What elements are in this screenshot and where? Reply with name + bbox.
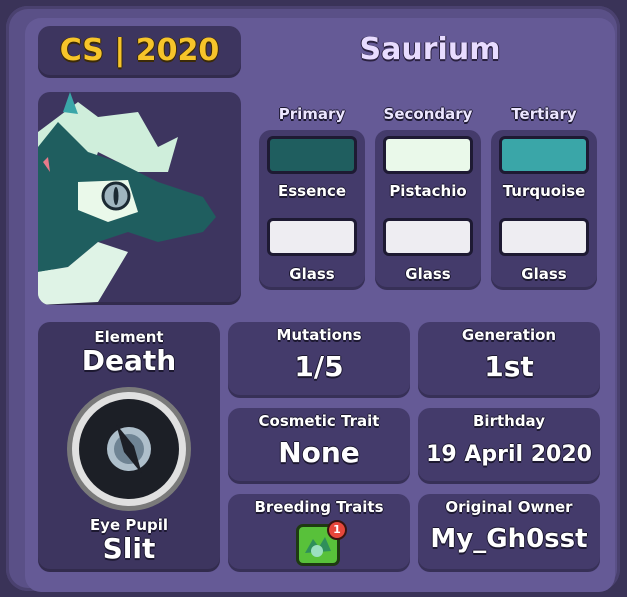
secondary-color-swatch[interactable] <box>383 136 473 174</box>
original-owner-value: My_Gh0sst <box>430 524 588 554</box>
mutations-value: 1/5 <box>294 350 344 383</box>
cosmetic-trait-label: Cosmetic Trait <box>258 412 380 430</box>
breeding-traits-label: Breeding Traits <box>254 498 384 516</box>
birthday-panel: Birthday 19 April 2020 <box>418 408 600 484</box>
year-tag-text: CS | 2020 <box>59 33 220 68</box>
tertiary-material-swatch[interactable] <box>499 218 589 256</box>
year-tag: CS | 2020 <box>38 26 241 78</box>
cosmetic-trait-panel: Cosmetic Trait None <box>228 408 410 484</box>
primary-material-swatch[interactable] <box>267 218 357 256</box>
breeding-trait-badge-count: 1 <box>333 523 341 536</box>
generation-panel: Generation 1st <box>418 322 600 398</box>
original-owner-panel: Original Owner My_Gh0sst <box>418 494 600 572</box>
tertiary-color-swatch[interactable] <box>499 136 589 174</box>
generation-value: 1st <box>484 350 534 383</box>
element-value: Death <box>81 344 177 377</box>
tertiary-heading: Tertiary <box>511 105 577 123</box>
creature-head-icon <box>38 92 216 305</box>
primary-heading: Primary <box>278 105 346 123</box>
secondary-material-name: Glass <box>405 265 451 283</box>
secondary-material-swatch[interactable] <box>383 218 473 256</box>
mutations-label: Mutations <box>276 326 362 344</box>
tertiary-color-name: Turquoise <box>502 182 586 200</box>
birthday-value: 19 April 2020 <box>426 442 592 467</box>
generation-label: Generation <box>461 326 557 344</box>
secondary-color-name: Pistachio <box>389 182 467 200</box>
creature-portrait <box>38 92 241 305</box>
primary-material-name: Glass <box>289 265 335 283</box>
birthday-label: Birthday <box>473 412 545 430</box>
primary-color-swatch[interactable] <box>267 136 357 174</box>
mutations-panel: Mutations 1/5 <box>228 322 410 398</box>
breeding-traits-panel: Breeding Traits 1 <box>228 494 410 572</box>
breeding-trait-badge: 1 <box>327 520 347 540</box>
primary-color-name: Essence <box>277 182 347 200</box>
element-panel: Element Death Eye Pupil Slit <box>38 322 220 572</box>
species-name: Saurium <box>359 32 501 67</box>
cosmetic-trait-value: None <box>278 436 360 469</box>
eye-pupil-value: Slit <box>102 532 156 565</box>
original-owner-label: Original Owner <box>445 498 573 516</box>
secondary-heading: Secondary <box>383 105 473 123</box>
tertiary-material-name: Glass <box>521 265 567 283</box>
eye-pupil-icon <box>67 387 191 511</box>
